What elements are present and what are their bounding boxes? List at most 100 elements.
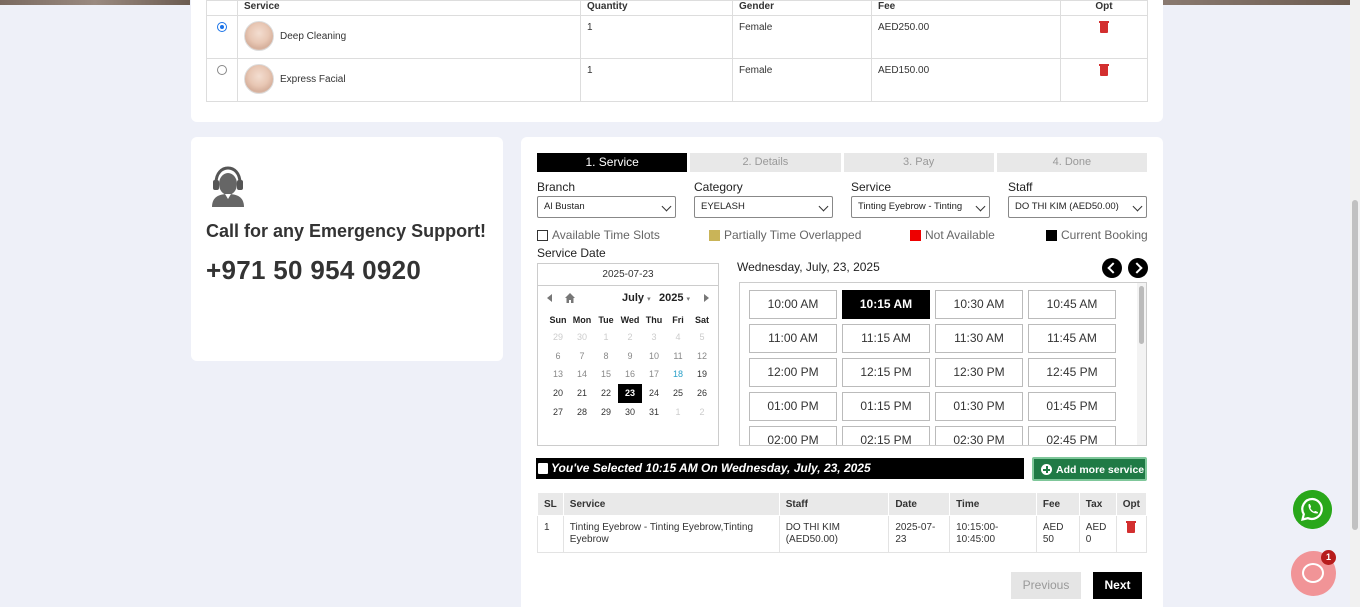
time-slot-button[interactable]: 01:15 PM [842, 392, 930, 421]
whatsapp-icon[interactable] [1293, 490, 1332, 529]
calendar-day[interactable]: 30 [570, 328, 594, 347]
page-scrollbar[interactable] [1350, 0, 1360, 607]
slot-date-title: Wednesday, July, 23, 2025 [737, 260, 880, 274]
time-slots-panel: 10:00 AM 10:15 AM 10:30 AM 10:45 AM 11:00 AM… [739, 282, 1147, 446]
trash-icon[interactable] [1099, 64, 1109, 76]
calendar-day[interactable]: 12 [690, 347, 714, 366]
prev-day-button[interactable] [1102, 258, 1122, 278]
calendar-day[interactable]: 17 [642, 365, 666, 384]
calendar-day[interactable]: 29 [594, 403, 618, 422]
calendar-day[interactable]: 19 [690, 365, 714, 384]
calendar-day[interactable]: 24 [642, 384, 666, 403]
chevron-down-icon [661, 201, 672, 212]
calendar-day[interactable]: 27 [546, 403, 570, 422]
trash-icon[interactable] [1099, 21, 1109, 33]
legend-current: Current Booking [1046, 228, 1148, 242]
step-done: 4. Done [996, 153, 1147, 172]
calendar-day[interactable]: 2 [618, 328, 642, 347]
calendar-day[interactable]: 7 [570, 347, 594, 366]
service-date-label: Service Date [537, 246, 606, 260]
branch-label: Branch [537, 180, 576, 194]
support-phone[interactable]: +971 50 954 0920 [206, 255, 421, 286]
time-slot-button[interactable]: 11:45 AM [1028, 324, 1116, 353]
calendar-day[interactable]: 25 [666, 384, 690, 403]
calendar-day[interactable]: 10 [642, 347, 666, 366]
time-slot-button[interactable]: 12:45 PM [1028, 358, 1116, 387]
time-slot-button[interactable]: 02:15 PM [842, 426, 930, 445]
calendar-day[interactable]: 22 [594, 384, 618, 403]
next-month-icon[interactable] [704, 294, 709, 302]
selected-services-card: Service Quantity Gender Fee Opt Deep Cle… [191, 0, 1163, 122]
calendar-day[interactable]: 28 [570, 403, 594, 422]
calendar-day[interactable]: 9 [618, 347, 642, 366]
chevron-down-icon [818, 201, 829, 212]
service-radio[interactable] [217, 65, 227, 75]
service-quantity: 1 [580, 58, 733, 102]
time-slot-button[interactable]: 12:15 PM [842, 358, 930, 387]
col-quantity: Quantity [580, 0, 733, 16]
home-icon[interactable] [565, 293, 575, 303]
next-day-button[interactable] [1128, 258, 1148, 278]
calendar-day[interactable]: 4 [666, 328, 690, 347]
calendar-day[interactable]: 1 [594, 328, 618, 347]
time-slot-button[interactable]: 02:00 PM [749, 426, 837, 445]
time-slot-button[interactable]: 01:30 PM [935, 392, 1023, 421]
calendar-day[interactable]: 20 [546, 384, 570, 403]
add-more-service-button[interactable]: Add more service [1032, 457, 1147, 481]
branch-select[interactable]: Al Bustan [537, 196, 676, 218]
trash-icon[interactable] [1126, 521, 1137, 533]
step-pay: 3. Pay [843, 153, 994, 172]
calendar-day[interactable]: 16 [618, 365, 642, 384]
calendar-dow: Wed [620, 315, 640, 325]
time-slot-button[interactable]: 12:00 PM [749, 358, 837, 387]
calendar-day[interactable]: 23 [618, 384, 642, 403]
calendar-day[interactable]: 1 [666, 403, 690, 422]
prev-month-icon[interactable] [547, 294, 552, 302]
year-select[interactable]: 2025 ▾ [659, 292, 690, 304]
time-slot-button[interactable]: 10:30 AM [935, 290, 1023, 319]
time-slot-button[interactable]: 10:00 AM [749, 290, 837, 319]
calendar-day[interactable]: 8 [594, 347, 618, 366]
time-slot-button[interactable]: 11:15 AM [842, 324, 930, 353]
date-input[interactable]: 2025-07-23 [538, 264, 718, 286]
headset-icon [212, 166, 244, 207]
service-name: Deep Cleaning [280, 30, 347, 42]
booking-steps: 1. Service 2. Details 3. Pay 4. Done [537, 153, 1147, 172]
time-slot-button[interactable]: 02:30 PM [935, 426, 1023, 445]
calendar-day[interactable]: 18 [666, 365, 690, 384]
service-quantity: 1 [580, 15, 733, 59]
calendar-day[interactable]: 15 [594, 365, 618, 384]
time-slot-button[interactable]: 01:00 PM [749, 392, 837, 421]
calendar-day[interactable]: 6 [546, 347, 570, 366]
col-service: Service [237, 0, 581, 16]
slots-scrollbar[interactable] [1137, 283, 1146, 445]
time-slot-button[interactable]: 10:45 AM [1028, 290, 1116, 319]
next-button[interactable]: Next [1093, 572, 1142, 599]
calendar-day[interactable]: 29 [546, 328, 570, 347]
time-slot-button[interactable]: 02:45 PM [1028, 426, 1116, 445]
calendar-day[interactable]: 31 [642, 403, 666, 422]
calendar-day[interactable]: 13 [546, 365, 570, 384]
time-slot-button[interactable]: 12:30 PM [935, 358, 1023, 387]
calendar-day[interactable]: 30 [618, 403, 642, 422]
calendar-day[interactable]: 5 [690, 328, 714, 347]
calendar-day[interactable]: 3 [642, 328, 666, 347]
previous-button[interactable]: Previous [1011, 572, 1081, 599]
category-select[interactable]: EYELASH [694, 196, 833, 218]
service-select[interactable]: Tinting Eyebrow - Tinting [851, 196, 990, 218]
calendar-day[interactable]: 14 [570, 365, 594, 384]
calendar-day[interactable]: 2 [690, 403, 714, 422]
calendar-day[interactable]: 21 [570, 384, 594, 403]
staff-select[interactable]: DO THI KIM (AED50.00) [1008, 196, 1147, 218]
service-fee: AED250.00 [871, 15, 1061, 59]
time-slot-button[interactable]: 01:45 PM [1028, 392, 1116, 421]
chevron-down-icon [1132, 201, 1143, 212]
service-gender: Female [732, 15, 872, 59]
calendar-day[interactable]: 11 [666, 347, 690, 366]
month-select[interactable]: July ▾ [622, 292, 651, 304]
calendar-day[interactable]: 26 [690, 384, 714, 403]
time-slot-button[interactable]: 10:15 AM [842, 290, 930, 319]
time-slot-button[interactable]: 11:00 AM [749, 324, 837, 353]
service-radio[interactable] [217, 22, 227, 32]
time-slot-button[interactable]: 11:30 AM [935, 324, 1023, 353]
